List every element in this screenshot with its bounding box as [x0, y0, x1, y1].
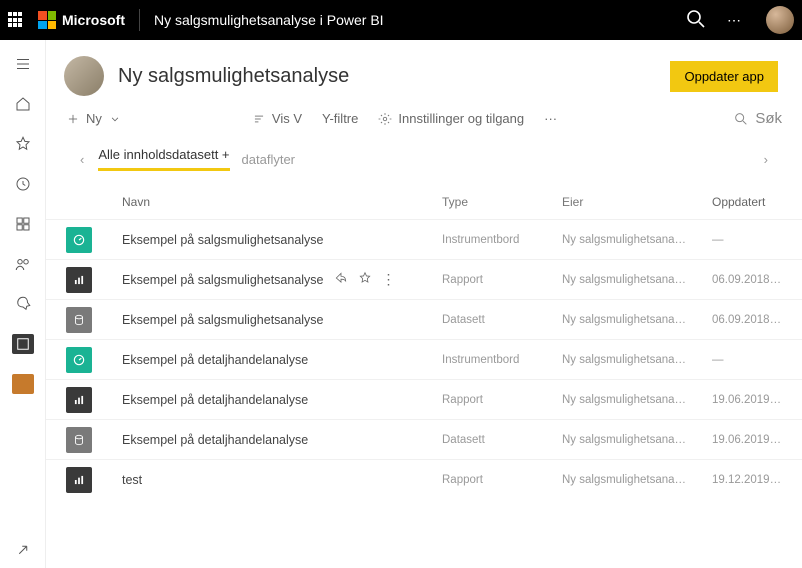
item-type: Rapport — [442, 474, 562, 486]
item-updated: — — [712, 354, 782, 366]
avatar[interactable] — [766, 6, 794, 34]
col-updated[interactable]: Oppdatert — [712, 195, 782, 209]
content-type-icon — [66, 307, 92, 333]
item-updated: 06.09.2018 kl. 15:06:05 — [712, 274, 782, 286]
col-owner[interactable]: Eier — [562, 195, 712, 209]
nav-current-workspace-icon[interactable] — [0, 366, 46, 402]
item-type: Instrumentbord — [442, 234, 562, 246]
nav-expand-icon[interactable] — [0, 532, 46, 568]
row-more-icon[interactable]: ⋮ — [382, 271, 396, 288]
tab-all-content[interactable]: Alle innholdsdatasett + — [98, 147, 229, 171]
nav-apps-icon[interactable] — [0, 206, 46, 242]
nav-workspaces-icon[interactable] — [0, 326, 46, 362]
content-type-icon — [66, 227, 92, 253]
item-name: Eksempel på detaljhandelanalyse — [122, 433, 308, 447]
app-launcher-icon[interactable] — [8, 12, 24, 28]
nav-home-icon[interactable] — [0, 86, 46, 122]
content-type-icon — [66, 347, 92, 373]
filters-label: Y-filtre — [322, 111, 358, 126]
new-button[interactable]: Ny — [66, 111, 122, 126]
toolbar-more-button[interactable]: ··· — [544, 111, 557, 126]
item-name: Eksempel på salgsmulighetsanalyse — [122, 273, 324, 287]
star-icon[interactable] — [358, 271, 372, 285]
toolbar-search[interactable]: Søk — [733, 110, 782, 127]
nav-shared-icon[interactable] — [0, 246, 46, 282]
toolbar: Ny Vis V Y-filtre Innstillinger og tilga… — [46, 106, 802, 137]
table-row[interactable]: Eksempel på salgsmulighetsanalyse Datase… — [46, 299, 802, 339]
content-type-icon — [66, 387, 92, 413]
more-icon[interactable]: ⋯ — [722, 12, 746, 29]
table-row[interactable]: Eksempel på detaljhandelanalyse Rapport … — [46, 379, 802, 419]
item-updated: 19.06.2019 kl. 12:24:56 — [712, 434, 782, 446]
update-app-button[interactable]: Oppdater app — [670, 61, 778, 92]
settings-access-button[interactable]: Innstillinger og tilgang — [378, 111, 524, 126]
item-updated: — — [712, 234, 782, 246]
workspace-header: Ny salgsmulighetsanalyse Oppdater app — [46, 40, 802, 106]
new-label: Ny — [86, 111, 102, 126]
item-owner: Ny salgsmulighetsana… — [562, 354, 712, 366]
nav-favorites-icon[interactable] — [0, 126, 46, 162]
main-content: Ny salgsmulighetsanalyse Oppdater app Ny… — [46, 40, 802, 568]
table-row[interactable]: test Rapport Ny salgsmulighetsana… 19.12… — [46, 459, 802, 499]
toolbar-more-label: ··· — [544, 111, 557, 126]
content-type-icon — [66, 267, 92, 293]
view-button[interactable]: Vis V — [252, 111, 302, 126]
item-owner: Ny salgsmulighetsana… — [562, 234, 712, 246]
settings-access-label: Innstillinger og tilgang — [398, 111, 524, 126]
nav-recent-icon[interactable] — [0, 166, 46, 202]
divider — [139, 9, 140, 31]
item-name: Eksempel på salgsmulighetsanalyse — [122, 233, 324, 247]
gear-icon — [378, 112, 392, 126]
item-updated: 06.09.2018 kl. 15:06:05 — [712, 314, 782, 326]
global-header: Microsoft Ny salgsmulighetsanalyse i Pow… — [0, 0, 802, 40]
workspace-title: Ny salgsmulighetsanalyse — [118, 65, 670, 88]
tabs-scroll-left-icon[interactable]: ‹ — [72, 148, 92, 171]
item-type: Instrumentbord — [442, 354, 562, 366]
item-name: Eksempel på detaljhandelanalyse — [122, 353, 308, 367]
item-type: Datasett — [442, 434, 562, 446]
content-table: Navn Type Eier Oppdatert Eksempel på sal… — [46, 181, 802, 499]
chevron-down-icon — [108, 112, 122, 126]
view-label: Vis V — [272, 111, 302, 126]
col-type[interactable]: Type — [442, 195, 562, 209]
item-type: Rapport — [442, 274, 562, 286]
item-updated: 19.12.2019 kl. 10:04:34 — [712, 474, 782, 486]
nav-menu-icon[interactable] — [0, 46, 46, 82]
nav-deploy-icon[interactable] — [0, 286, 46, 322]
table-row[interactable]: Eksempel på salgsmulighetsanalyse Instru… — [46, 219, 802, 259]
item-name: Eksempel på detaljhandelanalyse — [122, 393, 308, 407]
left-nav — [0, 40, 46, 568]
app-title: Ny salgsmulighetsanalyse i Power BI — [154, 12, 384, 28]
workspace-avatar-icon — [64, 56, 104, 96]
content-type-icon — [66, 427, 92, 453]
search-icon — [733, 111, 749, 127]
content-type-icon — [66, 467, 92, 493]
item-name: Eksempel på salgsmulighetsanalyse — [122, 313, 324, 327]
search-placeholder: Søk — [755, 110, 782, 127]
item-owner: Ny salgsmulighetsana… — [562, 314, 712, 326]
content-tabs: ‹ Alle innholdsdatasett + dataflyter › — [46, 137, 802, 181]
microsoft-logo-icon — [38, 11, 56, 29]
share-icon[interactable] — [334, 271, 348, 285]
brand-text: Microsoft — [62, 12, 125, 28]
item-owner: Ny salgsmulighetsana… — [562, 474, 712, 486]
item-type: Rapport — [442, 394, 562, 406]
item-owner: Ny salgsmulighetsana… — [562, 394, 712, 406]
table-row[interactable]: Eksempel på salgsmulighetsanalyse ⋮ Rapp… — [46, 259, 802, 299]
table-row[interactable]: Eksempel på detaljhandelanalyse Datasett… — [46, 419, 802, 459]
table-row[interactable]: Eksempel på detaljhandelanalyse Instrume… — [46, 339, 802, 379]
microsoft-logo: Microsoft — [38, 11, 125, 29]
tab-dataflows[interactable]: dataflyter — [242, 152, 295, 167]
item-owner: Ny salgsmulighetsana… — [562, 434, 712, 446]
item-type: Datasett — [442, 314, 562, 326]
table-header: Navn Type Eier Oppdatert — [46, 185, 802, 219]
filters-button[interactable]: Y-filtre — [322, 111, 358, 126]
search-icon[interactable] — [684, 7, 708, 34]
col-name[interactable]: Navn — [122, 195, 442, 209]
item-updated: 19.06.2019 kl. 12:24:56 — [712, 394, 782, 406]
item-name: test — [122, 473, 142, 487]
item-owner: Ny salgsmulighetsana… — [562, 274, 712, 286]
tabs-scroll-right-icon[interactable]: › — [756, 148, 776, 171]
